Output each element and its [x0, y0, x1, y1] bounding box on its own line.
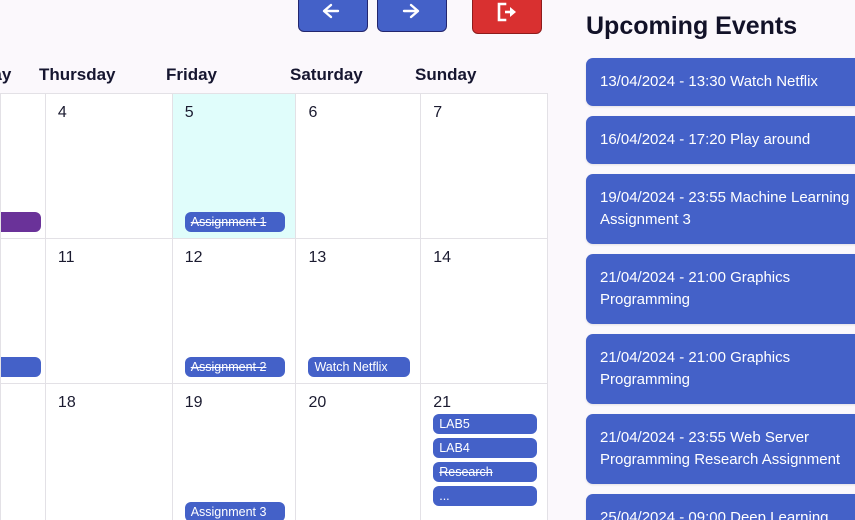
calendar-day-cell[interactable]: 13 Watch Netflix — [296, 239, 422, 384]
event-chip[interactable]: Watch Netflix — [308, 357, 411, 377]
calendar-day-cell[interactable] — [1, 384, 46, 520]
calendar-day-cell[interactable]: 5 Assignment 1 — [172, 94, 297, 239]
calendar-day-cell[interactable]: 4 — [45, 94, 173, 239]
day-number: 18 — [57, 394, 76, 411]
calendar-day-cell[interactable]: 12 Assignment 2 — [172, 239, 297, 384]
logout-button[interactable] — [472, 0, 542, 34]
upcoming-event-item[interactable]: 21/04/2024 - 21:00 Graphics Programming — [586, 254, 855, 324]
weekday-header: Saturday — [290, 65, 363, 84]
calendar-day-cell[interactable]: 14 — [421, 239, 548, 384]
upcoming-events-panel: Upcoming Events 13/04/2024 - 13:30 Watch… — [570, 0, 855, 520]
day-number: 6 — [308, 104, 318, 121]
next-month-button[interactable] — [377, 0, 447, 32]
sign-out-icon — [495, 1, 519, 23]
calendar-day-cell[interactable] — [1, 239, 46, 384]
calendar-day-cell[interactable]: 11 — [45, 239, 173, 384]
event-chip[interactable]: Research — [433, 462, 537, 482]
calendar-toolbar — [0, 0, 570, 42]
day-number: 20 — [308, 394, 327, 411]
event-chip-group: Watch Netflix — [308, 357, 411, 377]
day-number: 7 — [433, 104, 443, 121]
calendar-grid: 4 5 Assignment 1 6 7 11 12 Assignment 2 13 Watch … — [0, 93, 548, 520]
day-number: 19 — [184, 394, 203, 411]
previous-month-button[interactable] — [298, 0, 368, 32]
day-number: 21 — [433, 394, 452, 411]
day-number: 4 — [57, 104, 67, 121]
event-chip[interactable]: Assignment 3 — [184, 502, 286, 520]
event-chip[interactable] — [1, 357, 41, 377]
calendar-week-row: 4 5 Assignment 1 6 7 — [1, 94, 548, 239]
calendar-day-cell[interactable] — [1, 94, 46, 239]
weekday-header: Sunday — [415, 65, 477, 84]
upcoming-event-item[interactable]: 13/04/2024 - 13:30 Watch Netflix — [586, 58, 855, 106]
event-chip[interactable]: ... — [433, 486, 537, 506]
calendar-week-row: 11 12 Assignment 2 13 Watch Netflix 14 — [1, 239, 548, 384]
weekday-header: Friday — [166, 65, 218, 84]
upcoming-event-item[interactable]: 16/04/2024 - 17:20 Play around — [586, 116, 855, 164]
upcoming-event-item[interactable]: 21/04/2024 - 21:00 Graphics Programming — [586, 334, 855, 404]
calendar-day-cell[interactable]: 20 — [296, 384, 422, 520]
calendar-day-cell[interactable]: 18 — [45, 384, 173, 520]
upcoming-event-item[interactable]: 19/04/2024 - 23:55 Machine Learning Assi… — [586, 174, 855, 244]
event-chip-group: LAB5 LAB4 Research... — [433, 414, 537, 506]
arrow-right-icon — [397, 1, 427, 21]
calendar-day-cell[interactable]: 21 LAB5 LAB4 Research... — [421, 384, 548, 520]
event-chip-group — [1, 212, 41, 232]
upcoming-events-list: 13/04/2024 - 13:30 Watch Netflix 16/04/20… — [586, 58, 855, 520]
day-number: 12 — [184, 249, 203, 266]
calendar-day-cell[interactable]: 7 — [421, 94, 548, 239]
calendar-day-cell[interactable]: 19 Assignment 3 — [172, 384, 297, 520]
event-chip[interactable]: LAB5 — [433, 414, 537, 434]
day-number: 14 — [433, 249, 452, 266]
upcoming-event-item[interactable]: 21/04/2024 - 23:55 Web Server Programmin… — [586, 414, 855, 484]
calendar-week-row: 18 19 Assignment 3 20 21 LAB5 LAB4 Research... — [1, 384, 548, 520]
event-chip-group — [1, 357, 41, 377]
day-number: 13 — [308, 249, 327, 266]
upcoming-event-item[interactable]: 25/04/2024 - 09:00 Deep Learning — [586, 494, 855, 520]
calendar-app: day Thursday Friday Saturday Sunday 4 5 As… — [0, 0, 855, 520]
arrow-left-icon — [318, 1, 348, 21]
day-number: 11 — [57, 249, 75, 266]
event-chip[interactable]: Assignment 1 — [184, 212, 286, 232]
event-chip-group: Assignment 3 — [184, 502, 286, 520]
calendar-pane: day Thursday Friday Saturday Sunday 4 5 As… — [0, 0, 570, 520]
event-chip-group: Assignment 2 — [184, 357, 286, 377]
weekday-header: day — [0, 65, 12, 84]
day-number: 5 — [184, 104, 194, 121]
calendar-day-cell[interactable]: 6 — [296, 94, 422, 239]
event-chip-group: Assignment 1 — [184, 212, 286, 232]
event-chip[interactable]: Assignment 2 — [184, 357, 286, 377]
weekday-header: Thursday — [39, 65, 116, 84]
upcoming-events-title: Upcoming Events — [586, 12, 798, 40]
event-chip[interactable] — [1, 212, 41, 232]
event-chip[interactable]: LAB4 — [433, 438, 537, 458]
weekday-header-row: day Thursday Friday Saturday Sunday — [0, 58, 570, 91]
